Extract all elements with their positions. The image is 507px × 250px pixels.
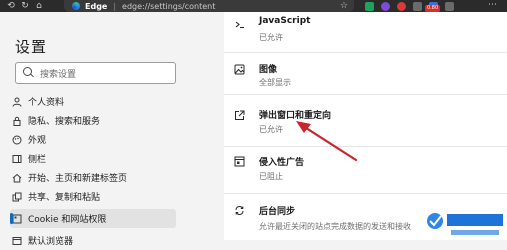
annotation-arrow bbox=[296, 121, 358, 162]
watermark-logo bbox=[427, 213, 503, 235]
